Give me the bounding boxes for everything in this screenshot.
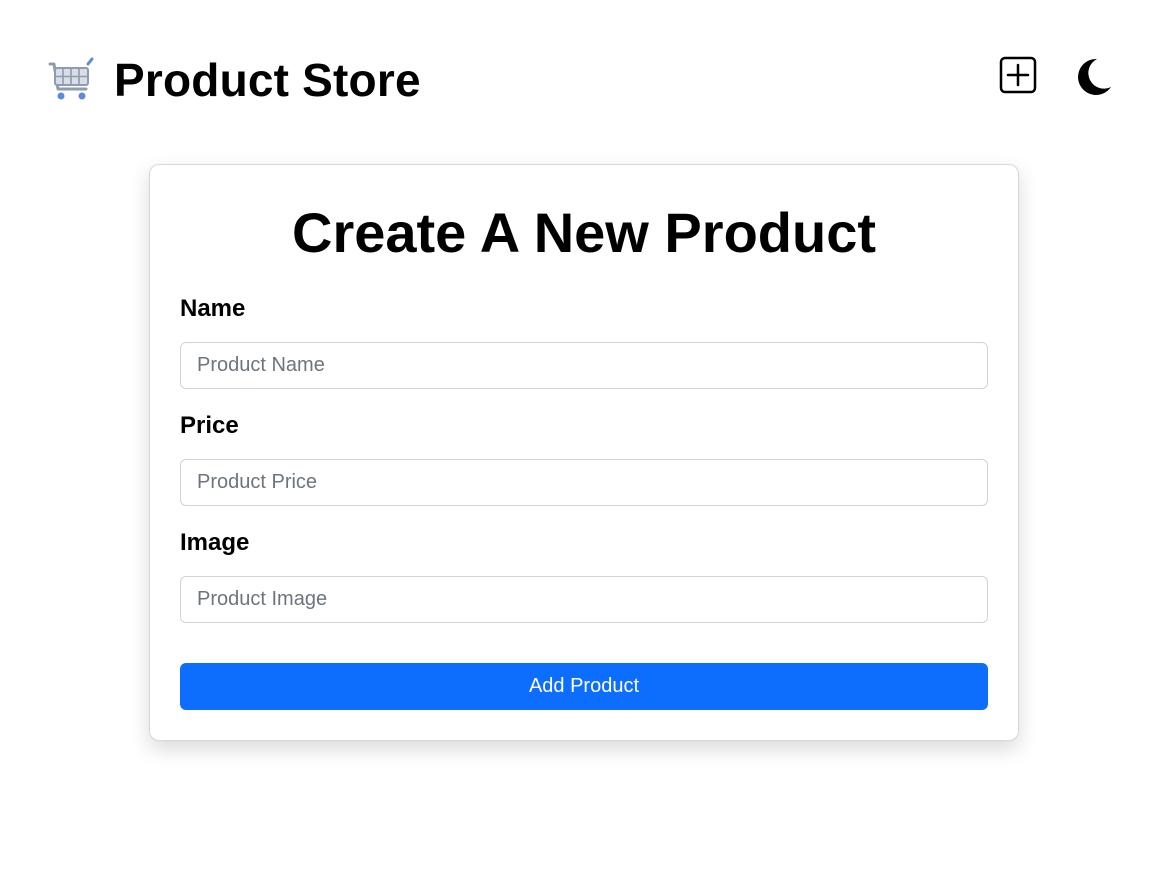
- plus-square-icon: [999, 56, 1037, 97]
- create-product-card: Create A New Product Name Price Image Ad…: [149, 164, 1019, 741]
- price-label: Price: [180, 412, 239, 439]
- product-price-input[interactable]: [180, 459, 988, 506]
- app-title: Product Store: [114, 54, 421, 106]
- navbar: Product Store: [0, 0, 1171, 160]
- moon-icon: [1073, 57, 1113, 100]
- theme-toggle-button[interactable]: [1071, 56, 1115, 100]
- page-title: Create A New Product: [292, 201, 876, 264]
- product-name-input[interactable]: [180, 342, 988, 389]
- brand[interactable]: Product Store: [44, 54, 421, 106]
- shopping-cart-icon: [44, 55, 94, 105]
- product-image-input[interactable]: [180, 576, 988, 623]
- create-product-button[interactable]: [996, 54, 1040, 98]
- image-label: Image: [180, 529, 250, 556]
- name-label: Name: [180, 295, 246, 322]
- add-product-button[interactable]: Add Product: [180, 663, 988, 710]
